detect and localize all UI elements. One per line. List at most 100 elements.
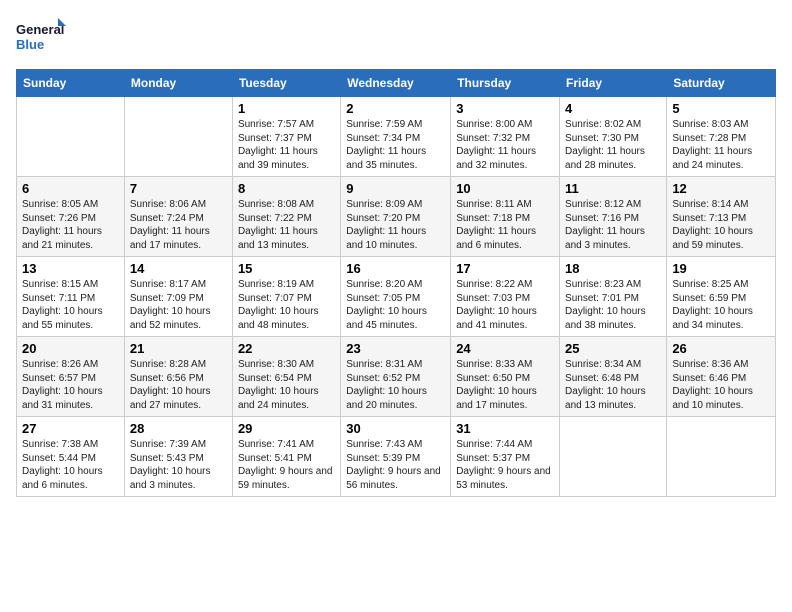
calendar-table: SundayMondayTuesdayWednesdayThursdayFrid… <box>16 69 776 497</box>
day-number: 11 <box>565 181 661 196</box>
day-info: Sunrise: 7:39 AMSunset: 5:43 PMDaylight:… <box>130 438 227 492</box>
day-info: Sunrise: 7:57 AMSunset: 7:37 PMDaylight:… <box>238 118 335 172</box>
day-info: Sunrise: 8:00 AMSunset: 7:32 PMDaylight:… <box>456 118 554 172</box>
day-info: Sunrise: 7:43 AMSunset: 5:39 PMDaylight:… <box>346 438 445 492</box>
day-number: 29 <box>238 421 335 436</box>
weekday-header: Tuesday <box>232 70 340 97</box>
day-number: 1 <box>238 101 335 116</box>
day-number: 14 <box>130 261 227 276</box>
day-number: 2 <box>346 101 445 116</box>
day-info: Sunrise: 8:09 AMSunset: 7:20 PMDaylight:… <box>346 198 445 252</box>
day-number: 18 <box>565 261 661 276</box>
svg-text:Blue: Blue <box>16 37 44 52</box>
day-info: Sunrise: 8:36 AMSunset: 6:46 PMDaylight:… <box>672 358 770 412</box>
day-number: 5 <box>672 101 770 116</box>
calendar-cell: 9 Sunrise: 8:09 AMSunset: 7:20 PMDaylight… <box>341 177 451 257</box>
day-info: Sunrise: 7:59 AMSunset: 7:34 PMDaylight:… <box>346 118 445 172</box>
calendar-cell: 29 Sunrise: 7:41 AMSunset: 5:41 PMDayligh… <box>232 417 340 497</box>
day-info: Sunrise: 8:33 AMSunset: 6:50 PMDaylight:… <box>456 358 554 412</box>
calendar-cell: 31Sunrise: 7:44 AMSunset: 5:37 PMDayligh… <box>451 417 560 497</box>
day-info: Sunrise: 8:26 AMSunset: 6:57 PMDaylight:… <box>22 358 119 412</box>
calendar-body: 1 Sunrise: 7:57 AMSunset: 7:37 PMDaylight… <box>17 97 776 497</box>
day-number: 22 <box>238 341 335 356</box>
calendar-week-row: 1 Sunrise: 7:57 AMSunset: 7:37 PMDaylight… <box>17 97 776 177</box>
calendar-week-row: 20 Sunrise: 8:26 AMSunset: 6:57 PMDayligh… <box>17 337 776 417</box>
calendar-cell: 19 Sunrise: 8:25 AMSunset: 6:59 PMDayligh… <box>667 257 776 337</box>
day-info: Sunrise: 8:06 AMSunset: 7:24 PMDaylight:… <box>130 198 227 252</box>
calendar-cell: 17 Sunrise: 8:22 AMSunset: 7:03 PMDayligh… <box>451 257 560 337</box>
day-number: 27 <box>22 421 119 436</box>
day-number: 12 <box>672 181 770 196</box>
calendar-cell: 6Sunrise: 8:05 AMSunset: 7:26 PMDaylight… <box>17 177 125 257</box>
calendar-cell: 3 Sunrise: 8:00 AMSunset: 7:32 PMDaylight… <box>451 97 560 177</box>
day-number: 19 <box>672 261 770 276</box>
day-info: Sunrise: 8:02 AMSunset: 7:30 PMDaylight:… <box>565 118 661 172</box>
calendar-cell: 10Sunrise: 8:11 AMSunset: 7:18 PMDayligh… <box>451 177 560 257</box>
calendar-week-row: 27 Sunrise: 7:38 AMSunset: 5:44 PMDayligh… <box>17 417 776 497</box>
calendar-cell: 28Sunrise: 7:39 AMSunset: 5:43 PMDayligh… <box>124 417 232 497</box>
page-header: General Blue <box>16 16 776 61</box>
calendar-cell: 2 Sunrise: 7:59 AMSunset: 7:34 PMDaylight… <box>341 97 451 177</box>
day-number: 30 <box>346 421 445 436</box>
day-info: Sunrise: 8:25 AMSunset: 6:59 PMDaylight:… <box>672 278 770 332</box>
calendar-cell: 20 Sunrise: 8:26 AMSunset: 6:57 PMDayligh… <box>17 337 125 417</box>
calendar-cell: 15 Sunrise: 8:19 AMSunset: 7:07 PMDayligh… <box>232 257 340 337</box>
calendar-cell: 5 Sunrise: 8:03 AMSunset: 7:28 PMDaylight… <box>667 97 776 177</box>
day-info: Sunrise: 8:28 AMSunset: 6:56 PMDaylight:… <box>130 358 227 412</box>
calendar-cell: 30 Sunrise: 7:43 AMSunset: 5:39 PMDayligh… <box>341 417 451 497</box>
calendar-cell: 8 Sunrise: 8:08 AMSunset: 7:22 PMDaylight… <box>232 177 340 257</box>
day-info: Sunrise: 8:08 AMSunset: 7:22 PMDaylight:… <box>238 198 335 252</box>
day-number: 15 <box>238 261 335 276</box>
day-info: Sunrise: 8:23 AMSunset: 7:01 PMDaylight:… <box>565 278 661 332</box>
day-number: 26 <box>672 341 770 356</box>
day-info: Sunrise: 8:31 AMSunset: 6:52 PMDaylight:… <box>346 358 445 412</box>
header-row: SundayMondayTuesdayWednesdayThursdayFrid… <box>17 70 776 97</box>
calendar-cell: 12 Sunrise: 8:14 AMSunset: 7:13 PMDayligh… <box>667 177 776 257</box>
calendar-cell: 18 Sunrise: 8:23 AMSunset: 7:01 PMDayligh… <box>560 257 667 337</box>
calendar-cell: 14 Sunrise: 8:17 AMSunset: 7:09 PMDayligh… <box>124 257 232 337</box>
day-info: Sunrise: 8:15 AMSunset: 7:11 PMDaylight:… <box>22 278 119 332</box>
day-number: 21 <box>130 341 227 356</box>
svg-text:General: General <box>16 22 64 37</box>
day-number: 17 <box>456 261 554 276</box>
calendar-cell: 7 Sunrise: 8:06 AMSunset: 7:24 PMDaylight… <box>124 177 232 257</box>
calendar-week-row: 13Sunrise: 8:15 AMSunset: 7:11 PMDayligh… <box>17 257 776 337</box>
day-info: Sunrise: 8:22 AMSunset: 7:03 PMDaylight:… <box>456 278 554 332</box>
day-info: Sunrise: 8:19 AMSunset: 7:07 PMDaylight:… <box>238 278 335 332</box>
day-number: 16 <box>346 261 445 276</box>
day-info: Sunrise: 8:17 AMSunset: 7:09 PMDaylight:… <box>130 278 227 332</box>
day-number: 3 <box>456 101 554 116</box>
day-number: 9 <box>346 181 445 196</box>
calendar-cell: 21 Sunrise: 8:28 AMSunset: 6:56 PMDayligh… <box>124 337 232 417</box>
calendar-cell: 22Sunrise: 8:30 AMSunset: 6:54 PMDayligh… <box>232 337 340 417</box>
calendar-cell: 11 Sunrise: 8:12 AMSunset: 7:16 PMDayligh… <box>560 177 667 257</box>
day-info: Sunrise: 7:38 AMSunset: 5:44 PMDaylight:… <box>22 438 119 492</box>
day-info: Sunrise: 8:20 AMSunset: 7:05 PMDaylight:… <box>346 278 445 332</box>
day-number: 8 <box>238 181 335 196</box>
day-number: 7 <box>130 181 227 196</box>
day-info: Sunrise: 7:44 AMSunset: 5:37 PMDaylight:… <box>456 438 554 492</box>
day-number: 4 <box>565 101 661 116</box>
calendar-cell: 4 Sunrise: 8:02 AMSunset: 7:30 PMDaylight… <box>560 97 667 177</box>
day-number: 10 <box>456 181 554 196</box>
day-info: Sunrise: 8:12 AMSunset: 7:16 PMDaylight:… <box>565 198 661 252</box>
calendar-cell: 25Sunrise: 8:34 AMSunset: 6:48 PMDayligh… <box>560 337 667 417</box>
weekday-header: Monday <box>124 70 232 97</box>
day-number: 23 <box>346 341 445 356</box>
weekday-header: Sunday <box>17 70 125 97</box>
weekday-header: Friday <box>560 70 667 97</box>
logo: General Blue <box>16 16 66 61</box>
day-number: 24 <box>456 341 554 356</box>
day-info: Sunrise: 8:03 AMSunset: 7:28 PMDaylight:… <box>672 118 770 172</box>
logo-svg: General Blue <box>16 16 66 56</box>
weekday-header: Thursday <box>451 70 560 97</box>
calendar-cell <box>560 417 667 497</box>
logo-graphic: General Blue <box>16 16 66 61</box>
day-info: Sunrise: 8:14 AMSunset: 7:13 PMDaylight:… <box>672 198 770 252</box>
calendar-header: SundayMondayTuesdayWednesdayThursdayFrid… <box>17 70 776 97</box>
calendar-cell: 16 Sunrise: 8:20 AMSunset: 7:05 PMDayligh… <box>341 257 451 337</box>
calendar-cell <box>124 97 232 177</box>
day-number: 20 <box>22 341 119 356</box>
day-info: Sunrise: 7:41 AMSunset: 5:41 PMDaylight:… <box>238 438 335 492</box>
calendar-cell <box>17 97 125 177</box>
